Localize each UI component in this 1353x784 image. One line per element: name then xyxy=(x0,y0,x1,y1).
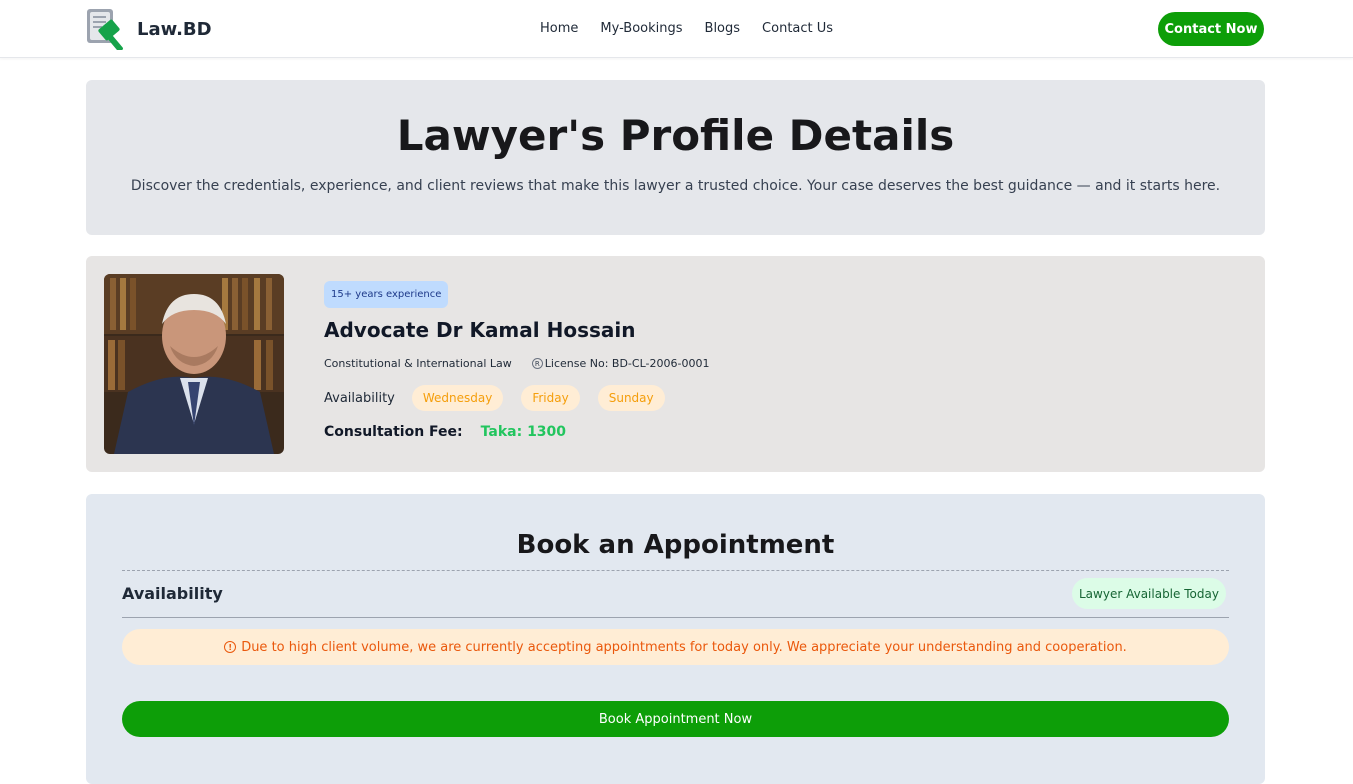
contact-now-button[interactable]: Contact Now xyxy=(1158,12,1264,46)
book-appointment-button[interactable]: Book Appointment Now xyxy=(122,701,1229,737)
nav-home[interactable]: Home xyxy=(540,21,578,36)
page-subtitle: Discover the credentials, experience, an… xyxy=(130,178,1221,194)
fee-label: Consultation Fee: xyxy=(324,424,463,440)
booking-availability-label: Availability xyxy=(122,584,223,603)
license-info: R License No: BD-CL-2006-0001 xyxy=(531,357,710,370)
day-pill-friday: Friday xyxy=(521,385,580,411)
gavel-document-icon xyxy=(86,8,130,52)
lawyer-meta: Constitutional & International Law R Lic… xyxy=(324,357,709,370)
booking-title: Book an Appointment xyxy=(516,530,835,560)
lawyer-profile-card: 15+ years experience Advocate Dr Kamal H… xyxy=(86,256,1265,472)
notice-text: Due to high client volume, we are curren… xyxy=(241,639,1127,655)
nav-blogs[interactable]: Blogs xyxy=(705,21,741,36)
nav-contact-us[interactable]: Contact Us xyxy=(762,21,833,36)
consultation-fee-row: Consultation Fee: Taka: 1300 xyxy=(324,424,566,440)
available-today-badge: Lawyer Available Today xyxy=(1072,578,1226,609)
info-icon: ! xyxy=(224,641,237,653)
hero-banner: Lawyer's Profile Details Discover the cr… xyxy=(86,80,1265,235)
fee-value: Taka: 1300 xyxy=(480,424,567,440)
lawyer-photo xyxy=(104,274,284,454)
lawyer-name: Advocate Dr Kamal Hossain xyxy=(324,318,636,342)
availability-row: Availability Wednesday Friday Sunday xyxy=(324,385,683,411)
license-number: License No: BD-CL-2006-0001 xyxy=(544,357,710,370)
lawyer-specialty: Constitutional & International Law xyxy=(324,357,512,370)
booking-notice: ! Due to high client volume, we are curr… xyxy=(122,629,1229,665)
brand-name: Law.BD xyxy=(137,18,212,40)
day-pill-wednesday: Wednesday xyxy=(411,385,504,411)
availability-label: Availability xyxy=(324,390,395,406)
registered-icon: R xyxy=(531,358,543,369)
brand[interactable]: Law.BD xyxy=(86,8,212,52)
main-nav: Home My-Bookings Blogs Contact Us xyxy=(540,21,855,36)
experience-badge: 15+ years experience xyxy=(324,281,449,308)
divider xyxy=(122,570,1229,571)
navbar: Law.BD Home My-Bookings Blogs Contact Us… xyxy=(0,0,1353,58)
day-pill-sunday: Sunday xyxy=(597,385,665,411)
page-title: Lawyer's Profile Details xyxy=(396,111,955,160)
booking-section: Book an Appointment Availability Lawyer … xyxy=(86,494,1265,784)
divider xyxy=(122,617,1229,618)
nav-my-bookings[interactable]: My-Bookings xyxy=(600,21,682,36)
